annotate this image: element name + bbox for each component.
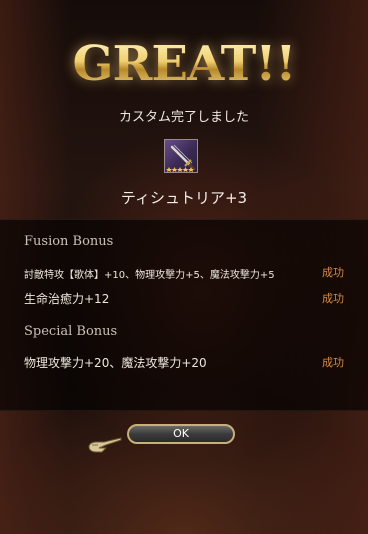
item-name: ティシュトリア+3 bbox=[120, 189, 248, 207]
fusion-bonus-row: 討敵特攻【歌体】+10、物理攻撃力+5、魔法攻撃力+5 成功 bbox=[24, 264, 344, 281]
sword-icon bbox=[164, 139, 198, 173]
bonus-text: 討敵特攻【歌体】+10、物理攻撃力+5、魔法攻撃力+5 bbox=[24, 270, 275, 281]
special-bonus-heading: Special Bonus bbox=[24, 324, 118, 339]
pointer-hand-icon bbox=[86, 434, 122, 460]
fusion-bonus-heading: Fusion Bonus bbox=[24, 234, 114, 249]
bonus-status: 成功 bbox=[322, 356, 344, 369]
bonus-panel: Fusion Bonus 討敵特攻【歌体】+10、物理攻撃力+5、魔法攻撃力+5… bbox=[0, 219, 368, 411]
result-title: GREAT!! bbox=[0, 36, 368, 92]
ok-button[interactable]: OK bbox=[127, 424, 235, 444]
bonus-text: 物理攻撃力+20、魔法攻撃力+20 bbox=[24, 356, 207, 370]
bonus-status: 成功 bbox=[322, 266, 344, 279]
result-message: カスタム完了しました bbox=[118, 110, 249, 125]
special-bonus-row: 物理攻撃力+20、魔法攻撃力+20 成功 bbox=[24, 354, 344, 370]
bonus-status: 成功 bbox=[322, 292, 344, 305]
fusion-bonus-row: 生命治癒力+12 成功 bbox=[24, 290, 344, 306]
bonus-text: 生命治癒力+12 bbox=[24, 292, 110, 306]
